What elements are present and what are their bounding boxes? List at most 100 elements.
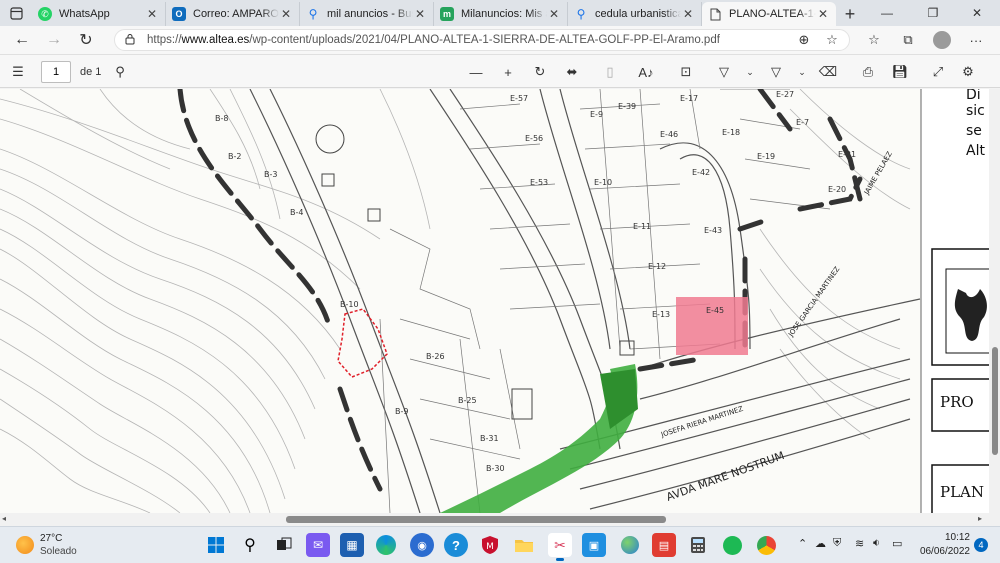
pdf-settings-button[interactable]: ⚙ xyxy=(956,61,980,83)
battery-icon[interactable]: ▭ xyxy=(892,537,902,550)
tab-milanuncios[interactable]: m Milanuncios: Mis an... ✕ xyxy=(434,2,568,26)
erase-button[interactable]: ⌫ xyxy=(816,61,840,83)
forward-button[interactable]: → xyxy=(38,26,70,54)
tab-search-cedula[interactable]: ⚲ cedula urbanistica p... ✕ xyxy=(568,2,702,26)
zoom-out-button[interactable]: — xyxy=(464,61,488,83)
tab-outlook[interactable]: O Correo: AMPARO Z... ✕ xyxy=(166,2,300,26)
page-number-input[interactable]: 1 xyxy=(41,61,71,83)
url-domain: www.altea.es xyxy=(181,34,250,46)
antivirus-tray-icon[interactable]: ⛨ xyxy=(833,537,841,550)
scroll-thumb[interactable] xyxy=(286,516,666,523)
collections-icon: ⧉ xyxy=(903,32,913,47)
parcel-label: E-57 xyxy=(510,94,528,103)
tab-title: WhatsApp xyxy=(59,8,110,20)
weather-temp: 27°C xyxy=(40,533,63,544)
new-tab-button[interactable]: + xyxy=(836,2,864,26)
scroll-right-icon[interactable]: ▸ xyxy=(978,514,982,523)
notification-badge[interactable]: 4 xyxy=(974,538,988,552)
rotate-icon: ↻ xyxy=(534,64,546,79)
parcel-label: E-42 xyxy=(692,168,710,177)
tab-actions-menu[interactable] xyxy=(0,0,32,26)
favorites-button[interactable]: ☆ xyxy=(860,26,888,54)
snipping-tool-button[interactable]: ✂ xyxy=(548,533,572,561)
wifi-icon[interactable]: ≋ xyxy=(855,537,864,550)
zoom-icon: ⊕ xyxy=(798,32,810,47)
horizontal-scrollbar[interactable]: ◂ ▸ xyxy=(0,513,1000,526)
close-icon[interactable]: ✕ xyxy=(145,7,159,21)
restore-button[interactable]: ❐ xyxy=(910,0,956,26)
favorite-button[interactable]: ☆ xyxy=(818,26,846,54)
svg-text:M: M xyxy=(486,542,494,552)
app-button-1[interactable]: ◉ xyxy=(410,533,434,557)
maps-button[interactable] xyxy=(618,533,642,557)
close-icon[interactable]: ✕ xyxy=(413,7,427,21)
scroll-thumb[interactable] xyxy=(992,347,998,455)
spotify-button[interactable] xyxy=(720,533,744,557)
settings-menu-button[interactable]: ··· xyxy=(962,26,990,54)
parcel-label: E-7 xyxy=(796,118,809,127)
vertical-scrollbar[interactable] xyxy=(989,89,1000,513)
calculator-icon xyxy=(691,537,705,553)
file-explorer-button[interactable] xyxy=(512,533,536,557)
calculator-button[interactable] xyxy=(686,533,710,557)
zoom-in-button[interactable]: + xyxy=(496,61,520,83)
volume-icon[interactable]: 🔉︎ xyxy=(873,537,880,550)
close-icon[interactable]: ✕ xyxy=(816,7,830,21)
plus-icon: + xyxy=(504,64,512,80)
fit-width-button[interactable]: ⬌ xyxy=(560,61,584,83)
cloud-icon[interactable]: ☁ xyxy=(815,537,826,550)
search-button[interactable]: ⚲ xyxy=(238,533,262,557)
tab-search-milanuncios[interactable]: ⚲ mil anuncios - Busc... ✕ xyxy=(300,2,434,26)
fullscreen-button[interactable]: ⤢ xyxy=(926,61,950,83)
save-button[interactable]: 💾︎ xyxy=(888,61,912,83)
refresh-button[interactable]: ↻ xyxy=(70,26,102,54)
draw-button[interactable]: ▽ xyxy=(712,61,736,83)
print-button[interactable]: ⎙ xyxy=(856,61,880,83)
rotate-button[interactable]: ↻ xyxy=(528,61,552,83)
fit-width-icon: ⬌ xyxy=(566,64,578,79)
widgets-button[interactable]: ▦ xyxy=(340,533,364,557)
highlight-button[interactable]: ▽ xyxy=(764,61,788,83)
zoom-button[interactable]: ⊕ xyxy=(790,26,818,54)
side-text: se xyxy=(966,123,982,139)
scroll-left-icon[interactable]: ◂ xyxy=(2,514,6,523)
close-icon[interactable]: ✕ xyxy=(279,7,293,21)
mcafee-button[interactable]: M xyxy=(478,533,502,557)
chrome-button[interactable] xyxy=(754,533,778,557)
teams-chat-button[interactable]: ✉ xyxy=(306,533,330,557)
refresh-icon: ↻ xyxy=(79,32,93,49)
office-icon: ▤ xyxy=(658,539,670,552)
profile-button[interactable] xyxy=(928,26,956,54)
task-view-button[interactable] xyxy=(272,533,296,557)
edge-button[interactable] xyxy=(374,533,398,557)
close-icon[interactable]: ✕ xyxy=(681,7,695,21)
store-button[interactable]: ▣ xyxy=(582,533,606,557)
tab-actions-icon xyxy=(9,6,23,20)
weather-widget[interactable]: 27°C Soleado xyxy=(0,527,90,563)
url-input[interactable]: https://www.altea.es/wp-content/uploads/… xyxy=(114,29,850,51)
find-button[interactable]: ⚲ xyxy=(108,61,132,83)
tab-pdf-plano[interactable]: PLANO-ALTEA-1-SIE... ✕ xyxy=(702,2,836,26)
contents-button[interactable]: ☰ xyxy=(6,61,30,83)
draw-options-button[interactable]: ⌄ xyxy=(738,61,762,83)
read-aloud-button[interactable]: A♪ xyxy=(634,61,658,83)
list-icon: ☰ xyxy=(12,64,24,79)
tab-whatsapp[interactable]: ✆ WhatsApp ✕ xyxy=(32,2,166,26)
pdf-viewer[interactable]: B-8 B-2 B-3 B-4 B-10 B-9 B-26 B-25 B-31 … xyxy=(0,89,1000,513)
collections-button[interactable]: ⧉ xyxy=(894,26,922,54)
office-button[interactable]: ▤ xyxy=(652,533,676,557)
urban-plan-map[interactable]: B-8 B-2 B-3 B-4 B-10 B-9 B-26 B-25 B-31 … xyxy=(0,89,1000,513)
eraser-icon: ⌫ xyxy=(818,64,838,79)
highlight-options-button[interactable]: ⌄ xyxy=(790,61,814,83)
close-icon: ✕ xyxy=(971,6,983,20)
chevron-up-icon[interactable]: ⌃ xyxy=(798,537,807,550)
close-window-button[interactable]: ✕ xyxy=(954,0,1000,26)
back-button[interactable]: ← xyxy=(6,26,38,54)
arrow-left-icon: ← xyxy=(14,31,30,48)
start-button[interactable] xyxy=(204,533,228,557)
minimize-button[interactable]: — xyxy=(864,0,910,26)
add-text-button[interactable]: ⊡ xyxy=(674,61,698,83)
close-icon[interactable]: ✕ xyxy=(547,7,561,21)
help-button[interactable]: ? xyxy=(444,533,468,557)
page-view-button[interactable]: ▯ xyxy=(598,61,622,83)
